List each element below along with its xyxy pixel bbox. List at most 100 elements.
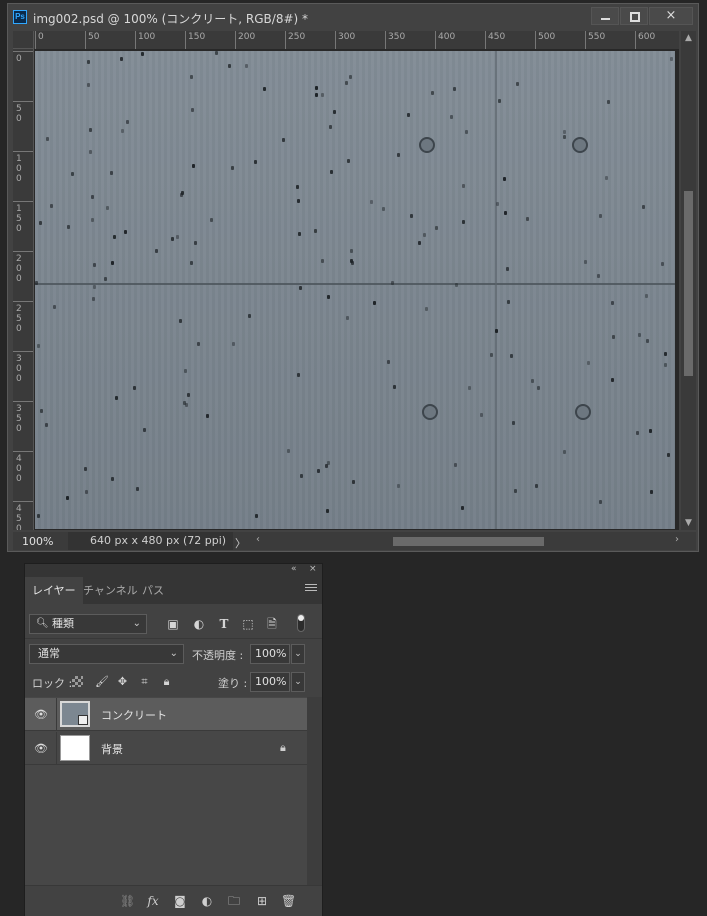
fill-dropdown-icon[interactable]: ⌄ xyxy=(291,672,305,692)
horizontal-scroll-thumb[interactable] xyxy=(393,537,544,546)
new-adjustment-layer-icon[interactable]: ◐ xyxy=(200,894,214,908)
blend-mode-select[interactable]: 通常 ⌄ xyxy=(29,644,184,664)
status-menu-arrow[interactable]: 〉 xyxy=(235,535,246,551)
panel-menu-icon[interactable] xyxy=(305,584,317,593)
vertical-scrollbar[interactable]: ▲ ▼ xyxy=(681,31,696,530)
ruler-vertical[interactable]: 0 50 100 150 200 250 300 350 400 450 xyxy=(13,49,34,530)
lock-transparency-icon[interactable] xyxy=(72,676,83,687)
concrete-pore xyxy=(126,120,129,124)
smart-object-filter-icon[interactable]: 🗎︎ xyxy=(265,617,279,631)
zoom-level[interactable]: 100% xyxy=(22,535,53,548)
concrete-pore xyxy=(37,514,40,518)
ruler-label: 500 xyxy=(538,32,556,42)
concrete-pore xyxy=(91,218,94,222)
concrete-pore xyxy=(535,484,538,488)
close-button[interactable]: × xyxy=(649,7,693,25)
fill-field[interactable]: 100% xyxy=(250,672,290,692)
layer-name[interactable]: コンクリート xyxy=(101,707,167,723)
concrete-pore xyxy=(599,214,602,218)
visibility-eye-icon[interactable]: 👁︎ xyxy=(34,742,48,755)
pixel-filter-icon[interactable]: ▣ xyxy=(166,617,180,631)
new-group-folder-icon[interactable]: 🗀︎ xyxy=(227,894,241,908)
lock-paint-brush-icon[interactable]: 🖌︎ xyxy=(95,675,109,688)
concrete-pore xyxy=(113,235,116,239)
layer-row-background[interactable]: 👁︎ 背景 🔒︎ xyxy=(25,732,307,765)
add-mask-icon[interactable]: ◙ xyxy=(173,894,187,908)
adjustment-filter-icon[interactable]: ◐ xyxy=(192,617,206,631)
ruler-tick xyxy=(335,31,336,49)
concrete-pore xyxy=(649,429,652,433)
ruler-horizontal[interactable]: 0 50 100 150 200 250 300 350 400 450 500 550 600 xyxy=(34,31,679,50)
concrete-pore xyxy=(599,500,602,504)
concrete-pore xyxy=(93,285,96,289)
layer-list-scrollbar[interactable] xyxy=(307,697,322,885)
vertical-scroll-thumb[interactable] xyxy=(684,191,693,376)
new-layer-icon[interactable]: ⊞ xyxy=(255,894,269,908)
concrete-pore xyxy=(453,87,456,91)
layer-thumbnail[interactable] xyxy=(60,735,90,761)
panel-header[interactable]: « × xyxy=(25,564,322,577)
ruler-origin[interactable] xyxy=(13,31,34,49)
ruler-tick xyxy=(135,31,136,49)
ruler-label: 200 xyxy=(238,32,256,42)
maximize-button[interactable] xyxy=(620,7,648,25)
lock-position-move-icon[interactable]: ✥ xyxy=(116,675,129,688)
ruler-label: 600 xyxy=(638,32,656,42)
scroll-right-arrow-icon[interactable]: › xyxy=(675,534,679,545)
concrete-pore xyxy=(187,393,190,397)
concrete-pore xyxy=(115,396,118,400)
scroll-up-arrow-icon[interactable]: ▲ xyxy=(681,31,696,45)
ruler-tick xyxy=(585,31,586,49)
ruler-tick xyxy=(535,31,536,49)
layer-name[interactable]: 背景 xyxy=(101,741,123,757)
concrete-pore xyxy=(642,205,645,209)
canvas-area[interactable] xyxy=(34,49,679,530)
shape-filter-icon[interactable]: ⬚ xyxy=(241,617,255,631)
concrete-pore xyxy=(120,57,123,61)
layer-thumbnail[interactable] xyxy=(60,701,90,727)
concrete-pore xyxy=(296,185,299,189)
concrete-pore xyxy=(346,316,349,320)
minimize-button[interactable] xyxy=(591,7,619,25)
ruler-tick xyxy=(285,31,286,49)
ruler-tick xyxy=(13,251,33,252)
horizontal-scrollbar[interactable]: ‹ › xyxy=(256,534,679,548)
filter-kind-select[interactable]: 🔍︎ 種類 ⌄ xyxy=(29,614,147,634)
close-panel-icon[interactable]: × xyxy=(309,564,317,574)
canvas-concrete-image[interactable] xyxy=(35,51,675,529)
visibility-eye-icon[interactable]: 👁︎ xyxy=(34,708,48,721)
ruler-label: 450 xyxy=(16,504,22,530)
layer-style-fx-icon[interactable]: fx xyxy=(146,894,160,908)
tab-paths[interactable]: パス xyxy=(135,577,171,604)
document-titlebar[interactable]: Ps img002.psd @ 100% (コンクリート, RGB/8#) * … xyxy=(8,4,698,30)
collapse-panel-icon[interactable]: « xyxy=(291,564,297,574)
opacity-field[interactable]: 100% xyxy=(250,644,290,664)
concrete-pore xyxy=(645,294,648,298)
tab-layers[interactable]: レイヤー xyxy=(25,577,83,604)
concrete-pore xyxy=(514,489,517,493)
concrete-pore xyxy=(263,87,266,91)
lock-all-icon[interactable]: 🔒︎ xyxy=(160,675,173,688)
lock-artboard-icon[interactable]: ⌗ xyxy=(138,675,151,688)
concrete-pore xyxy=(333,110,336,114)
type-filter-icon[interactable]: T xyxy=(217,617,231,631)
lock-label: ロック : xyxy=(32,677,73,690)
concrete-pore xyxy=(231,166,234,170)
layer-row-concrete[interactable]: 👁︎ コンクリート xyxy=(25,698,307,731)
concrete-pore xyxy=(563,135,566,139)
opacity-dropdown-icon[interactable]: ⌄ xyxy=(291,644,305,664)
blend-mode-value: 通常 xyxy=(38,647,60,660)
concrete-pore xyxy=(431,91,434,95)
concrete-pore xyxy=(194,241,197,245)
delete-layer-trash-icon[interactable]: 🗑︎ xyxy=(281,894,296,908)
concrete-pore xyxy=(450,115,453,119)
link-layers-icon[interactable]: ⛓︎ xyxy=(120,894,135,908)
filter-toggle-switch[interactable] xyxy=(297,614,305,632)
concrete-pore xyxy=(215,51,218,55)
scroll-down-arrow-icon[interactable]: ▼ xyxy=(681,516,696,530)
concrete-pore xyxy=(350,249,353,253)
concrete-pore xyxy=(351,261,354,265)
scroll-left-arrow-icon[interactable]: ‹ xyxy=(256,534,260,545)
concrete-pore xyxy=(423,233,426,237)
concrete-pore xyxy=(664,363,667,367)
